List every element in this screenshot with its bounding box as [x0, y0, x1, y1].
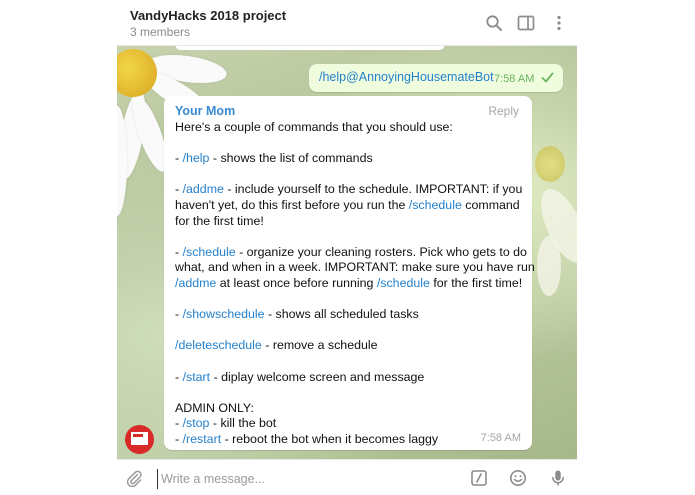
- command-description: haven't yet, do this first before you ru…: [175, 197, 409, 212]
- command-description: - shows all scheduled tasks: [264, 307, 419, 322]
- message-composer: [117, 459, 577, 495]
- message-time: 7:58 AM: [480, 432, 521, 444]
- wallpaper-petal: [537, 236, 561, 296]
- member-count[interactable]: 3 members: [130, 25, 190, 39]
- wallpaper-flower: [117, 49, 157, 97]
- showschedule-command-link[interactable]: /showschedule: [183, 307, 265, 321]
- chat-history[interactable]: /help@AnnoyingHousemateBot 7:58 AM Your …: [117, 46, 577, 459]
- sidebar-toggle-icon[interactable]: [517, 14, 535, 32]
- search-icon[interactable]: [485, 14, 503, 32]
- message-line: - /restart - reboot the bot when it beco…: [175, 431, 439, 446]
- microphone-icon[interactable]: [549, 469, 567, 487]
- message-line: - /stop - kill the bot: [175, 416, 277, 431]
- addme-command-link[interactable]: /addme: [175, 276, 216, 290]
- message-line: - /addme - include yourself to the sched…: [175, 182, 523, 197]
- message-line: /deleteschedule - remove a schedule: [175, 338, 525, 354]
- schedule-command-link[interactable]: /schedule: [409, 198, 462, 212]
- message-line: what, and when in a week. IMPORTANT: mak…: [175, 260, 535, 276]
- restart-command-link[interactable]: /restart: [183, 432, 222, 446]
- message-time: 7:58 AM: [494, 73, 535, 85]
- schedule-command-link[interactable]: /schedule: [377, 276, 430, 290]
- help-command-link[interactable]: /help: [183, 151, 210, 165]
- message-input[interactable]: [157, 469, 463, 489]
- command-description: - kill the bot: [209, 416, 277, 431]
- message-line: haven't yet, do this first before you ru…: [175, 198, 525, 214]
- outgoing-command-link[interactable]: /help@AnnoyingHousemateBot: [319, 70, 494, 84]
- admin-only-label: ADMIN ONLY:: [175, 400, 254, 415]
- read-check-icon: [541, 72, 554, 83]
- command-description: - include yourself to the schedule. IMPO…: [223, 182, 523, 197]
- outgoing-message[interactable]: /help@AnnoyingHousemateBot 7:58 AM: [309, 64, 563, 92]
- sender-name[interactable]: Your Mom: [175, 104, 235, 118]
- message-line: for the first time!: [175, 214, 525, 230]
- schedule-command-link[interactable]: /schedule: [183, 245, 236, 259]
- message-line: - /schedule - organize your cleaning ros…: [175, 244, 527, 259]
- avatar-logo-stripe: [133, 434, 143, 437]
- chat-header: VandyHacks 2018 project 3 members: [117, 0, 577, 46]
- incoming-message[interactable]: Your Mom Reply Here's a couple of comman…: [164, 96, 535, 450]
- command-description: at least once before running: [216, 275, 377, 290]
- bot-command-icon[interactable]: [470, 469, 488, 487]
- reply-button[interactable]: Reply: [488, 104, 519, 118]
- chat-title[interactable]: VandyHacks 2018 project: [130, 8, 286, 23]
- addme-command-link[interactable]: /addme: [183, 182, 224, 196]
- command-description: for the first time!: [429, 275, 523, 290]
- start-command-link[interactable]: /start: [183, 370, 211, 384]
- command-description: - organize your cleaning rosters. Pick w…: [235, 244, 527, 259]
- command-description: command: [461, 197, 520, 212]
- deleteschedule-command-link[interactable]: /deleteschedule: [175, 338, 262, 352]
- paperclip-icon[interactable]: [125, 469, 143, 487]
- wallpaper-flower: [535, 146, 565, 182]
- stop-command-link[interactable]: /stop: [183, 416, 210, 430]
- emoji-icon[interactable]: [509, 469, 527, 487]
- command-description: - diplay welcome screen and message: [210, 369, 425, 384]
- command-description: for the first time!: [175, 213, 264, 228]
- message-line: Here's a couple of commands that you sho…: [175, 120, 525, 136]
- previous-message: [175, 46, 445, 50]
- message-body: Here's a couple of commands that you sho…: [175, 120, 535, 447]
- message-line: /addme at least once before running /sch…: [175, 276, 525, 292]
- more-vertical-icon[interactable]: [550, 14, 568, 32]
- command-description: - shows the list of commands: [209, 151, 373, 166]
- command-description: - remove a schedule: [261, 338, 378, 353]
- command-description: - reboot the bot when it becomes laggy: [221, 431, 439, 446]
- intro-text: Here's a couple of commands that you sho…: [175, 120, 453, 134]
- message-line: - /start - diplay welcome screen and mes…: [175, 369, 425, 384]
- message-line: - /showschedule - shows all scheduled ta…: [175, 307, 419, 322]
- message-line: ADMIN ONLY:: [175, 401, 525, 417]
- sender-avatar[interactable]: [125, 425, 154, 454]
- message-line: - /help - shows the list of commands: [175, 151, 373, 166]
- command-description: what, and when in a week. IMPORTANT: mak…: [175, 260, 535, 275]
